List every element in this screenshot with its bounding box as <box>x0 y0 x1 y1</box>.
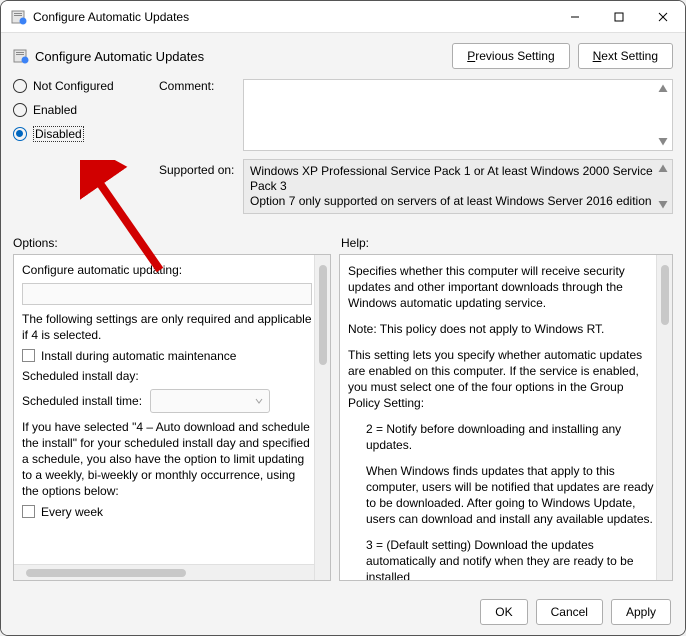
dialog-configure-automatic-updates: Configure Automatic Updates Configure Au… <box>0 0 686 636</box>
vertical-scrollbar[interactable] <box>314 255 330 580</box>
window-controls <box>553 1 685 32</box>
options-note-text: The following settings are only required… <box>22 311 312 343</box>
chevron-down-icon <box>255 397 263 405</box>
checkbox-icon <box>22 505 35 518</box>
help-pane: Specifies whether this computer will rec… <box>339 254 673 581</box>
help-text: This setting lets you specify whether au… <box>348 347 654 411</box>
options-schedule-paragraph: If you have selected "4 – Auto download … <box>22 419 312 499</box>
apply-button[interactable]: Apply <box>611 599 671 625</box>
options-pane: Configure automatic updating: The follow… <box>13 254 331 581</box>
scheduled-install-day-label: Scheduled install day: <box>22 369 139 383</box>
configure-automatic-updating-label: Configure automatic updating: <box>22 263 312 277</box>
page-title: Configure Automatic Updates <box>35 49 452 64</box>
scroll-up-icon[interactable] <box>657 163 669 175</box>
supported-on-label: Supported on: <box>153 159 243 214</box>
scroll-down-icon[interactable] <box>657 135 669 147</box>
minimize-button[interactable] <box>553 1 597 32</box>
titlebar: Configure Automatic Updates <box>1 1 685 33</box>
policy-icon <box>13 48 29 64</box>
maximize-button[interactable] <box>597 1 641 32</box>
help-text: 2 = Notify before downloading and instal… <box>366 421 654 453</box>
comment-textarea[interactable] <box>243 79 673 151</box>
cancel-button[interactable]: Cancel <box>536 599 603 625</box>
dialog-footer: OK Cancel Apply <box>1 589 685 635</box>
supported-on-box: Windows XP Professional Service Pack 1 o… <box>243 159 673 214</box>
radio-icon <box>13 127 27 141</box>
every-week-checkbox[interactable]: Every week <box>22 505 312 519</box>
state-radio-group: Not Configured Enabled Disabled <box>13 79 153 141</box>
configure-automatic-updating-select[interactable] <box>22 283 312 305</box>
subheader: Configure Automatic Updates Previous Set… <box>1 33 685 75</box>
radio-not-configured[interactable]: Not Configured <box>13 79 153 93</box>
horizontal-scrollbar[interactable] <box>14 564 314 580</box>
help-label: Help: <box>341 236 673 250</box>
options-label: Options: <box>13 236 331 250</box>
scroll-down-icon[interactable] <box>657 198 669 210</box>
previous-setting-button[interactable]: Previous Setting <box>452 43 569 69</box>
ok-button[interactable]: OK <box>480 599 527 625</box>
close-button[interactable] <box>641 1 685 32</box>
help-text: Note: This policy does not apply to Wind… <box>348 321 654 337</box>
help-text: When Windows finds updates that apply to… <box>366 463 654 527</box>
scheduled-install-time-label: Scheduled install time: <box>22 394 142 408</box>
checkbox-icon <box>22 349 35 362</box>
help-text: 3 = (Default setting) Download the updat… <box>366 537 654 581</box>
radio-disabled[interactable]: Disabled <box>13 127 153 141</box>
window-title: Configure Automatic Updates <box>33 10 553 24</box>
policy-icon <box>11 9 27 25</box>
next-setting-button[interactable]: Next Setting <box>578 43 673 69</box>
radio-icon <box>13 103 27 117</box>
scroll-up-icon[interactable] <box>657 83 669 95</box>
vertical-scrollbar[interactable] <box>656 255 672 580</box>
comment-label: Comment: <box>153 79 243 151</box>
scheduled-install-time-select[interactable] <box>150 389 270 413</box>
help-text: Specifies whether this computer will rec… <box>348 263 654 311</box>
install-during-maintenance-checkbox[interactable]: Install during automatic maintenance <box>22 349 312 363</box>
radio-icon <box>13 79 27 93</box>
radio-enabled[interactable]: Enabled <box>13 103 153 117</box>
